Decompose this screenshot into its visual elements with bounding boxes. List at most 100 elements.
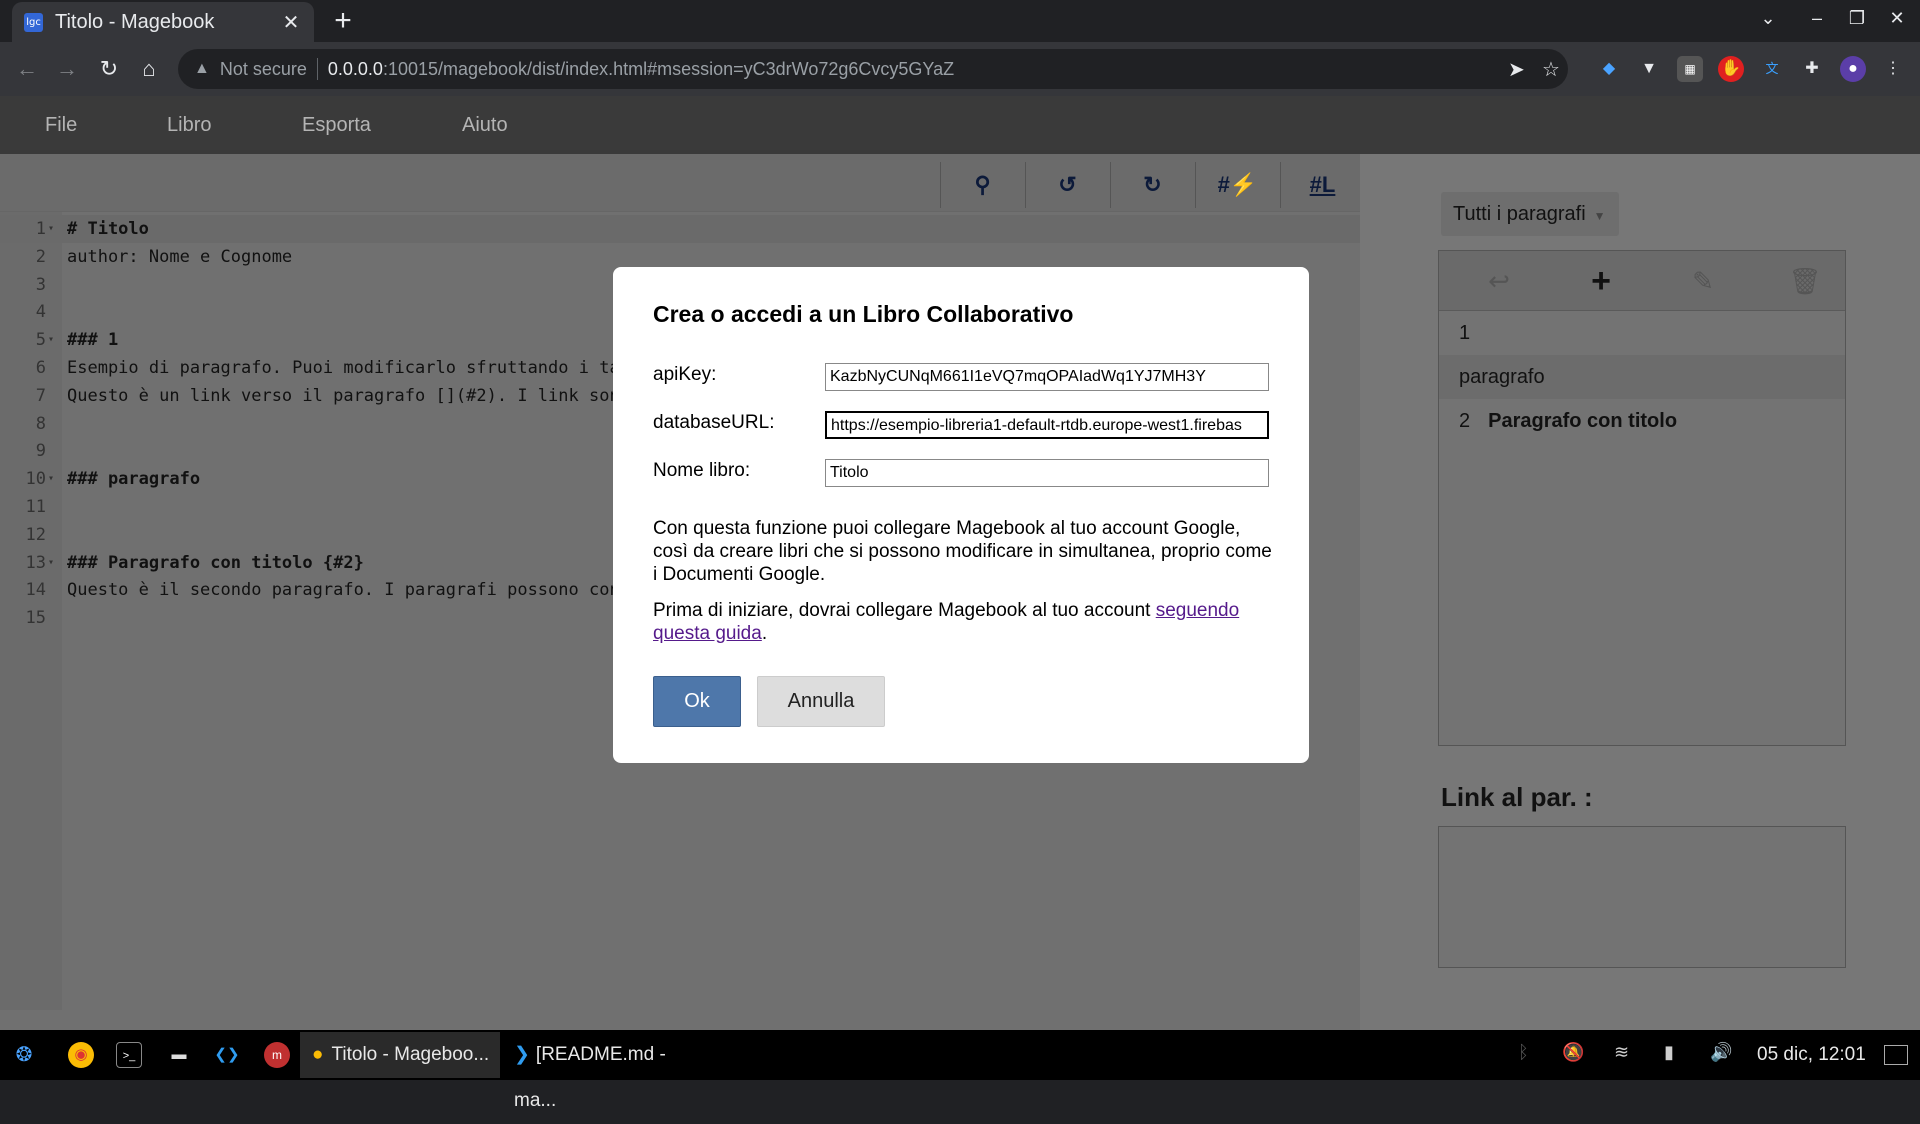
extensions-puzzle-icon[interactable]: ✚ (1799, 56, 1825, 82)
search-icon[interactable]: ⚲ (940, 162, 1024, 208)
taskbar-window-label: Titolo - Mageboo... (331, 1044, 490, 1065)
menu-libro[interactable]: Libro (167, 114, 211, 137)
code-text: ### 1 (67, 330, 119, 351)
paragraph-title: Paragrafo con titolo (1488, 410, 1678, 432)
new-tab-button[interactable]: + (328, 4, 358, 38)
line-number: 12 (25, 524, 46, 545)
editor-toolbar: ⚲ ↺ ↻ #⚡ #L (0, 154, 1360, 212)
app-m-icon[interactable]: m (264, 1042, 290, 1068)
bluetooth-icon[interactable]: ᛒ (1518, 1042, 1529, 1063)
fold-arrow-icon[interactable]: ▾ (48, 215, 54, 243)
menu-esporta[interactable]: Esporta (302, 114, 371, 137)
extension-translate-icon[interactable]: 文 (1759, 56, 1785, 82)
more-menu-icon[interactable]: ⋮ (1880, 56, 1906, 82)
link-box[interactable] (1438, 826, 1846, 968)
pencil-icon[interactable]: ✎ (1683, 263, 1723, 299)
dburl-input[interactable]: https://esempio-libreria1-default-rtdb.e… (825, 411, 1269, 439)
code-text: # Titolo (67, 219, 149, 239)
restore-icon[interactable]: ❐ (1842, 8, 1872, 29)
dialog-description: Con questa funzione puoi collegare Mageb… (653, 518, 1272, 585)
wifi-icon[interactable]: ≋ (1614, 1042, 1629, 1063)
window-close-icon[interactable]: ✕ (1882, 8, 1912, 29)
undo-icon[interactable]: ↺ (1025, 162, 1109, 208)
taskbar-window-label: [README.md - ma... (514, 1044, 666, 1111)
chrome-small-icon: ● (312, 1044, 324, 1065)
line-number: 1 (35, 219, 46, 239)
line-number: 5 (35, 330, 46, 351)
launcher-icon[interactable]: ❂ (11, 1042, 37, 1068)
name-label: Nome libro: (653, 460, 751, 481)
line-number: 8 (35, 413, 46, 434)
return-icon[interactable]: ↩ (1479, 263, 1519, 299)
hash-link-button[interactable]: #L (1280, 162, 1364, 208)
home-icon[interactable]: ⌂ (134, 54, 164, 84)
tab-favicon-icon: lgc (24, 12, 43, 32)
code-text: Questo è il secondo paragrafo. I paragra… (67, 580, 620, 601)
notifications-off-icon[interactable]: 🔕 (1562, 1042, 1584, 1063)
battery-icon[interactable]: ▮ (1664, 1042, 1674, 1063)
line-number: 13 (25, 552, 46, 573)
redo-icon[interactable]: ↻ (1110, 162, 1194, 208)
volume-icon[interactable]: 🔊 (1710, 1042, 1732, 1063)
terminal-icon[interactable]: >_ (116, 1042, 142, 1068)
clock[interactable]: 05 dic, 12:01 (1757, 1044, 1866, 1066)
send-icon[interactable]: ➤ (1508, 57, 1525, 82)
paragraph-filter-dropdown[interactable]: Tutti i paragrafi ▼ (1441, 192, 1619, 236)
line-number: 14 (25, 580, 46, 601)
line-number: 15 (25, 608, 46, 629)
line-number: 10 (25, 469, 46, 490)
line-number: 9 (35, 441, 46, 462)
paragraph-list: ↩ + ✎ 🗑 1 paragrafo 2 Paragrafo con titol… (1438, 250, 1846, 746)
tab-close-icon[interactable]: ✕ (280, 10, 302, 35)
list-item[interactable]: paragrafo (1439, 355, 1845, 399)
trash-icon[interactable]: 🗑 (1785, 263, 1825, 299)
link-label: Link al par. : (1441, 782, 1593, 812)
address-bar[interactable]: ▲ Not secure 0.0.0.0 :10015/magebook/dis… (178, 49, 1568, 89)
line-number: 11 (25, 497, 46, 517)
book-name-input[interactable]: Titolo (825, 459, 1269, 487)
code-text: ### paragrafo (67, 469, 201, 490)
code-text: ### Paragrafo con titolo {#2} (67, 552, 364, 573)
list-item[interactable]: 2 Paragrafo con titolo (1439, 399, 1845, 443)
line-number: 4 (35, 302, 46, 323)
extension-qr-icon[interactable]: ▦ (1677, 56, 1703, 82)
url-path: :10015/magebook/dist/index.html#msession… (382, 58, 955, 79)
line-number: 3 (35, 274, 46, 295)
menu-file[interactable]: File (45, 114, 77, 137)
back-icon[interactable]: ← (12, 54, 42, 84)
menu-aiuto[interactable]: Aiuto (462, 114, 508, 137)
reload-icon[interactable]: ↻ (94, 54, 124, 84)
files-icon[interactable]: ▬ (166, 1042, 192, 1068)
minimize-icon[interactable]: – (1802, 8, 1832, 29)
forward-icon[interactable]: → (52, 54, 82, 84)
extension-v-icon[interactable]: ▼ (1636, 56, 1662, 82)
vscode-icon[interactable]: ❮❯ (214, 1042, 240, 1068)
bookmark-star-icon[interactable]: ☆ (1542, 57, 1560, 82)
extension-gem-icon[interactable]: ◆ (1596, 56, 1622, 82)
code-line[interactable]: 1 ▾ # Titolo (0, 215, 1360, 243)
browser-titlebar: lgc Titolo - Magebook ✕ + ⌄ – ❐ ✕ (0, 0, 1920, 42)
extension-stop-icon[interactable]: ✋ (1718, 56, 1744, 82)
apikey-input[interactable]: KazbNyCUNqM661I1eVQ7mqOPAIadWq1YJ7MH3Y (825, 363, 1269, 391)
cancel-button[interactable]: Annulla (757, 676, 885, 727)
hash-link-label: #L (1309, 172, 1336, 197)
show-desktop-icon[interactable] (1884, 1045, 1908, 1065)
chrome-icon[interactable]: ◉ (68, 1042, 94, 1068)
taskbar-window-chrome[interactable]: ● Titolo - Mageboo... (300, 1032, 500, 1078)
fold-arrow-icon[interactable]: ▾ (48, 326, 54, 354)
line-number: 7 (35, 385, 46, 406)
fold-arrow-icon[interactable]: ▾ (48, 465, 54, 493)
ok-button[interactable]: Ok (653, 676, 741, 727)
tab-search-chevron-icon[interactable]: ⌄ (1753, 8, 1783, 29)
add-paragraph-icon[interactable]: + (1581, 263, 1621, 299)
paragraph-filter-label: Tutti i paragrafi (1453, 203, 1586, 225)
list-item[interactable]: 1 (1439, 311, 1845, 355)
hash-flash-button[interactable]: #⚡ (1195, 162, 1279, 208)
paragraph-title: paragrafo (1459, 366, 1545, 388)
profile-avatar[interactable]: ● (1840, 56, 1866, 82)
fold-arrow-icon[interactable]: ▾ (48, 549, 54, 577)
warning-icon: ▲ (194, 60, 210, 77)
taskbar-window-vscode[interactable]: ❯ [README.md - ma... (502, 1032, 702, 1111)
browser-tab[interactable]: lgc Titolo - Magebook ✕ (12, 2, 314, 42)
dburl-label: databaseURL: (653, 412, 775, 433)
